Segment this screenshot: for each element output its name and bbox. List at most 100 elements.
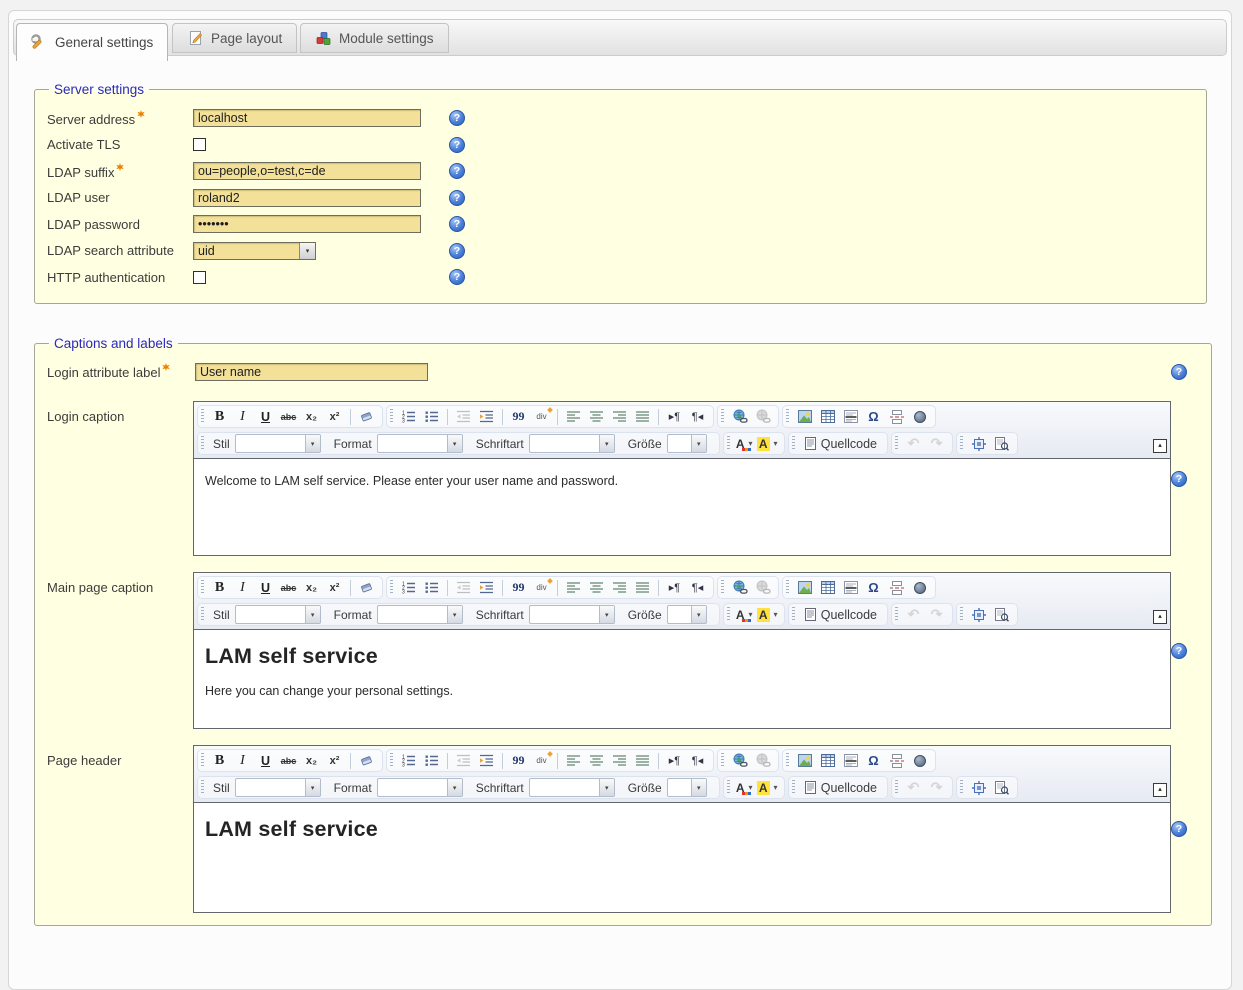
align-left-icon[interactable] xyxy=(562,750,585,771)
image-icon[interactable] xyxy=(793,577,816,598)
link-icon[interactable] xyxy=(728,406,751,427)
horizontal-rule-icon[interactable] xyxy=(839,750,862,771)
bold-icon[interactable]: B xyxy=(208,577,231,598)
special-char-icon[interactable]: Ω xyxy=(862,750,885,771)
strikethrough-icon[interactable]: abc xyxy=(277,750,300,771)
special-char-icon[interactable]: Ω xyxy=(862,406,885,427)
blockquote-icon[interactable]: 99 xyxy=(507,750,530,771)
style-select[interactable]: ▾ xyxy=(235,778,321,797)
preview-icon[interactable] xyxy=(990,604,1013,625)
login-attribute-label-input[interactable] xyxy=(195,363,428,381)
background-color-icon[interactable]: A▾ xyxy=(757,777,780,798)
bold-icon[interactable]: B xyxy=(208,750,231,771)
text-direction-rtl-icon[interactable]: ¶◂ xyxy=(686,577,709,598)
maximize-icon[interactable] xyxy=(967,433,990,454)
align-right-icon[interactable] xyxy=(608,577,631,598)
redo-icon[interactable]: ↷ xyxy=(925,604,948,625)
style-select[interactable]: ▾ xyxy=(235,605,321,624)
iframe-icon[interactable] xyxy=(908,577,931,598)
indent-icon[interactable] xyxy=(475,577,498,598)
align-justify-icon[interactable] xyxy=(631,577,654,598)
text-direction-rtl-icon[interactable]: ¶◂ xyxy=(686,750,709,771)
link-icon[interactable] xyxy=(728,750,751,771)
italic-icon[interactable]: I xyxy=(231,750,254,771)
size-select[interactable]: ▾ xyxy=(667,434,707,453)
redo-icon[interactable]: ↷ xyxy=(925,777,948,798)
align-left-icon[interactable] xyxy=(562,577,585,598)
horizontal-rule-icon[interactable] xyxy=(839,406,862,427)
format-select[interactable]: ▾ xyxy=(377,778,463,797)
ldap-user-input[interactable] xyxy=(193,189,421,207)
help-icon[interactable]: ? xyxy=(449,137,465,153)
align-right-icon[interactable] xyxy=(608,750,631,771)
source-button[interactable]: Quellcode xyxy=(799,777,883,798)
strikethrough-icon[interactable]: abc xyxy=(277,406,300,427)
horizontal-rule-icon[interactable] xyxy=(839,577,862,598)
italic-icon[interactable]: I xyxy=(231,577,254,598)
div-container-icon[interactable]: div xyxy=(530,406,553,427)
indent-icon[interactable] xyxy=(475,406,498,427)
align-center-icon[interactable] xyxy=(585,577,608,598)
undo-icon[interactable]: ↶ xyxy=(902,433,925,454)
bulleted-list-icon[interactable] xyxy=(420,406,443,427)
size-select[interactable]: ▾ xyxy=(667,778,707,797)
format-select[interactable]: ▾ xyxy=(377,605,463,624)
toolbar-collapse-button[interactable]: ▴ xyxy=(1153,610,1167,624)
editor-content-area[interactable]: LAM self service xyxy=(194,802,1170,912)
align-justify-icon[interactable] xyxy=(631,406,654,427)
italic-icon[interactable]: I xyxy=(231,406,254,427)
align-justify-icon[interactable] xyxy=(631,750,654,771)
tab-module-settings[interactable]: Module settings xyxy=(300,23,449,53)
subscript-icon[interactable]: x₂ xyxy=(300,406,323,427)
font-select[interactable]: ▾ xyxy=(529,605,615,624)
numbered-list-icon[interactable]: 123 xyxy=(397,406,420,427)
help-icon[interactable]: ? xyxy=(1171,643,1187,659)
text-color-icon[interactable]: A▾ xyxy=(734,433,757,454)
page-break-icon[interactable] xyxy=(885,406,908,427)
page-break-icon[interactable] xyxy=(885,750,908,771)
strikethrough-icon[interactable]: abc xyxy=(277,577,300,598)
text-color-icon[interactable]: A▾ xyxy=(734,604,757,625)
help-icon[interactable]: ? xyxy=(449,163,465,179)
text-direction-ltr-icon[interactable]: ▸¶ xyxy=(663,750,686,771)
remove-format-icon[interactable] xyxy=(355,750,378,771)
superscript-icon[interactable]: x² xyxy=(323,577,346,598)
maximize-icon[interactable] xyxy=(967,777,990,798)
http-authentication-checkbox[interactable] xyxy=(193,271,206,284)
iframe-icon[interactable] xyxy=(908,750,931,771)
table-icon[interactable] xyxy=(816,406,839,427)
underline-icon[interactable]: U xyxy=(254,750,277,771)
page-break-icon[interactable] xyxy=(885,577,908,598)
background-color-icon[interactable]: A▾ xyxy=(757,604,780,625)
outdent-icon[interactable] xyxy=(452,750,475,771)
help-icon[interactable]: ? xyxy=(1171,471,1187,487)
align-right-icon[interactable] xyxy=(608,406,631,427)
blockquote-icon[interactable]: 99 xyxy=(507,406,530,427)
text-direction-ltr-icon[interactable]: ▸¶ xyxy=(663,406,686,427)
toolbar-collapse-button[interactable]: ▴ xyxy=(1153,783,1167,797)
maximize-icon[interactable] xyxy=(967,604,990,625)
bold-icon[interactable]: B xyxy=(208,406,231,427)
remove-format-icon[interactable] xyxy=(355,577,378,598)
undo-icon[interactable]: ↶ xyxy=(902,604,925,625)
iframe-icon[interactable] xyxy=(908,406,931,427)
preview-icon[interactable] xyxy=(990,433,1013,454)
help-icon[interactable]: ? xyxy=(449,216,465,232)
special-char-icon[interactable]: Ω xyxy=(862,577,885,598)
ldap-search-attribute-select[interactable]: uid ▾ xyxy=(193,242,316,260)
text-color-icon[interactable]: A▾ xyxy=(734,777,757,798)
subscript-icon[interactable]: x₂ xyxy=(300,577,323,598)
activate-tls-checkbox[interactable] xyxy=(193,138,206,151)
help-icon[interactable]: ? xyxy=(449,243,465,259)
source-button[interactable]: Quellcode xyxy=(799,604,883,625)
align-center-icon[interactable] xyxy=(585,406,608,427)
link-icon[interactable] xyxy=(728,577,751,598)
ldap-suffix-input[interactable] xyxy=(193,162,421,180)
background-color-icon[interactable]: A▾ xyxy=(757,433,780,454)
tab-page-layout[interactable]: Page layout xyxy=(172,23,297,53)
help-icon[interactable]: ? xyxy=(449,269,465,285)
ldap-password-input[interactable] xyxy=(193,215,421,233)
size-select[interactable]: ▾ xyxy=(667,605,707,624)
blockquote-icon[interactable]: 99 xyxy=(507,577,530,598)
help-icon[interactable]: ? xyxy=(449,190,465,206)
